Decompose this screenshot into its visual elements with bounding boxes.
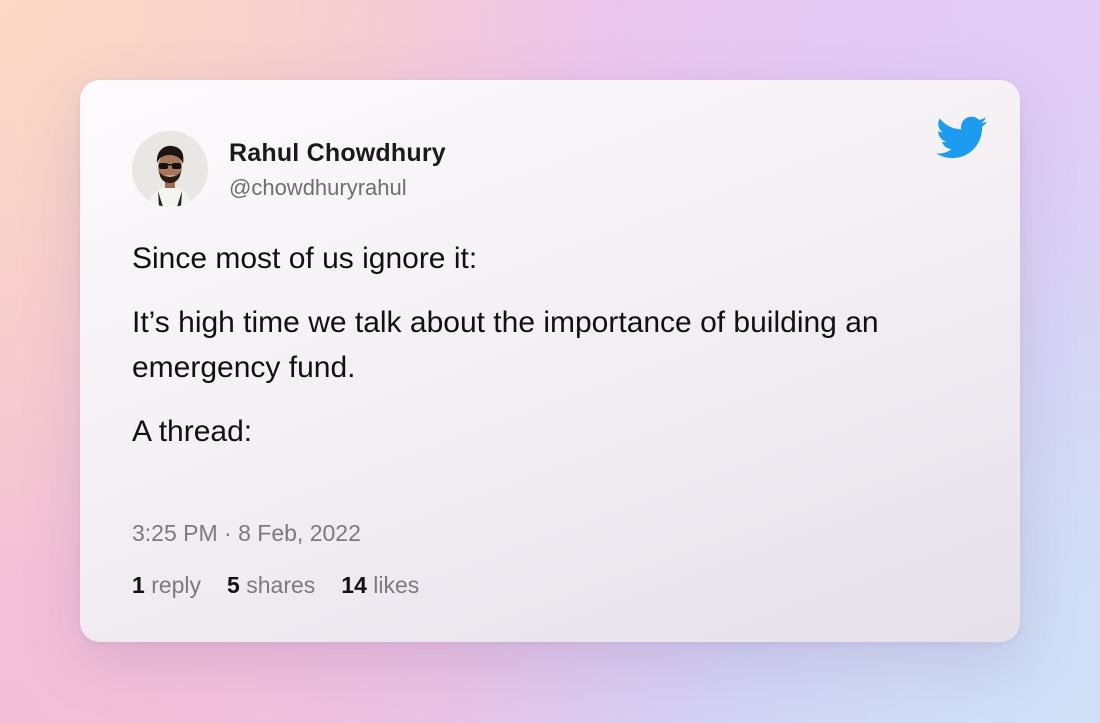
tweet-stats: 1 reply 5 shares 14 likes [132, 572, 419, 599]
author-name[interactable]: Rahul Chowdhury [229, 139, 446, 168]
twitter-bird-icon[interactable] [936, 116, 988, 160]
share-count[interactable]: 5 shares [227, 572, 315, 599]
like-count-label: likes [373, 572, 420, 598]
reply-count-value: 1 [132, 572, 145, 598]
share-count-label: shares [246, 572, 316, 598]
tweet-paragraph: It’s high time we talk about the importa… [132, 306, 879, 384]
tweet-timestamp[interactable]: 3:25 PM · 8 Feb, 2022 [132, 520, 361, 547]
reply-count[interactable]: 1 reply [132, 572, 201, 599]
share-count-value: 5 [227, 572, 240, 598]
reply-count-label: reply [151, 572, 202, 598]
tweet-paragraph: A thread: [132, 415, 253, 448]
tweet-card: Rahul Chowdhury @chowdhuryrahul Since mo… [80, 80, 1020, 642]
tweet-paragraph: Since most of us ignore it: [132, 242, 478, 275]
like-count-value: 14 [341, 572, 367, 598]
author-handle[interactable]: @chowdhuryrahul [229, 175, 407, 201]
tweet-text: Since most of us ignore it: It’s high ti… [132, 236, 992, 473]
avatar[interactable] [132, 131, 208, 207]
like-count[interactable]: 14 likes [341, 572, 419, 599]
